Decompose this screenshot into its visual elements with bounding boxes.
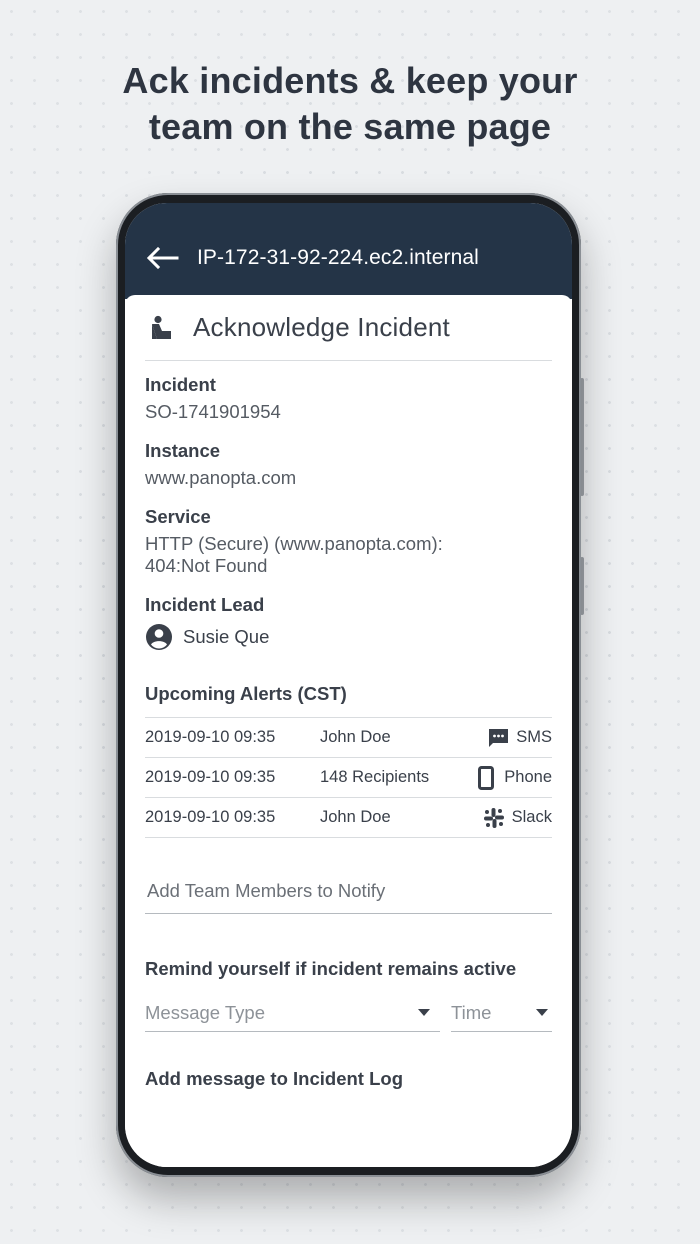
incident-lead-row: Susie Que [145,623,552,651]
add-incident-log-message[interactable]: Add message to Incident Log [145,1068,552,1090]
alert-channel: Phone [472,765,552,790]
phone-frame: IP-172-31-92-224.ec2.internal Acknowledg… [116,193,581,1177]
service-label: Service [145,506,211,527]
remind-selects: Message Type Time [145,994,552,1032]
account-circle-icon [146,624,172,650]
headline: Ack incidents & keep your team on the sa… [0,58,700,150]
card-header: Acknowledge Incident [145,295,552,361]
upcoming-alerts-title: Upcoming Alerts (CST) [145,683,347,704]
chevron-down-icon [536,1009,548,1016]
remind-title: Remind yourself if incident remains acti… [145,958,517,979]
incident-field: Incident SO-1741901954 [145,373,552,423]
alert-recipient: John Doe [320,728,391,746]
acknowledge-person-icon [150,315,176,341]
upcoming-alerts-table: 2019-09-10 09:35 John Doe SMS 2019-09-10… [145,717,552,838]
sms-icon [487,727,509,749]
alert-date: 2019-09-10 09:35 [145,728,276,746]
alert-recipient: John Doe [320,808,391,826]
app-bar: IP-172-31-92-224.ec2.internal [125,203,572,299]
instance-field: Instance www.panopta.com [145,439,552,489]
phone-icon [475,765,497,790]
incident-lead-label: Incident Lead [145,594,265,615]
alert-channel-label: Phone [504,768,552,786]
alert-row[interactable]: 2019-09-10 09:35 148 Recipients Phone [145,758,552,798]
time-select[interactable]: Time [451,994,552,1032]
alert-date: 2019-09-10 09:35 [145,768,276,786]
service-field: Service HTTP (Secure) (www.panopta.com):… [145,505,552,577]
alert-row[interactable]: 2019-09-10 09:35 John Doe [145,798,552,838]
headline-line-2: team on the same page [148,106,552,147]
service-value-line-2: 404:Not Found [145,555,268,576]
alert-date: 2019-09-10 09:35 [145,808,276,826]
acknowledge-card: Acknowledge Incident Incident SO-1741901… [125,295,572,1167]
incident-lead-name: Susie Que [183,626,270,647]
incident-lead-field: Incident Lead Susie Que [145,593,552,651]
card-title: Acknowledge Incident [193,312,450,342]
service-value: HTTP (Secure) (www.panopta.com): 404:Not… [145,533,552,577]
service-value-line-1: HTTP (Secure) (www.panopta.com): [145,533,443,554]
alert-channel-label: Slack [511,808,552,826]
incident-label: Incident [145,374,216,395]
message-type-placeholder: Message Type [145,1001,265,1023]
time-placeholder: Time [451,1001,492,1023]
slack-icon [483,807,505,829]
message-type-select[interactable]: Message Type [145,994,440,1032]
headline-line-1: Ack incidents & keep your [122,60,578,101]
incident-value: SO-1741901954 [145,401,281,422]
alert-channel: SMS [472,727,552,749]
alert-channel-label: SMS [516,728,552,746]
arrow-left-icon [147,247,179,269]
page: Ack incidents & keep your team on the sa… [0,0,700,1244]
app-bar-title: IP-172-31-92-224.ec2.internal [197,246,479,269]
instance-value: www.panopta.com [145,467,297,488]
phone-screen: IP-172-31-92-224.ec2.internal Acknowledg… [125,203,572,1167]
back-button[interactable] [147,243,181,273]
alert-channel: Slack [472,807,552,829]
instance-label: Instance [145,440,221,461]
alert-row[interactable]: 2019-09-10 09:35 John Doe [145,718,552,758]
add-team-members-input[interactable]: Add Team Members to Notify [145,880,552,914]
alert-recipient: 148 Recipients [320,768,430,786]
chevron-down-icon [418,1009,430,1016]
